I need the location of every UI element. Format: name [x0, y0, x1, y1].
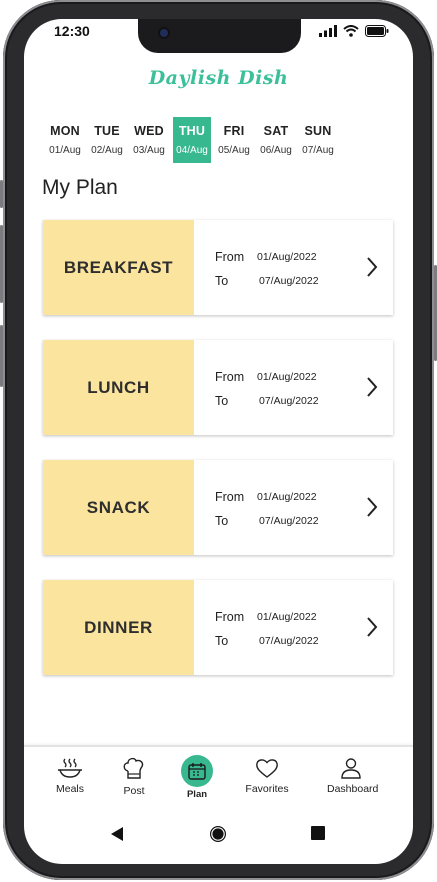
- from-label: From: [215, 490, 245, 504]
- from-date: 01/Aug/2022: [257, 491, 317, 503]
- wifi-icon: [343, 25, 359, 37]
- status-icons: [319, 25, 389, 37]
- heart-icon: [256, 759, 278, 778]
- screen: 12:30 Daylish Dish MON 01/Aug TUE 02/Aug…: [24, 19, 413, 864]
- back-icon[interactable]: [110, 826, 124, 842]
- nav-dashboard[interactable]: Dashboard: [327, 757, 379, 795]
- day-name: MON: [50, 124, 80, 138]
- day-fri[interactable]: FRI 05/Aug: [215, 117, 253, 163]
- day-date: 01/Aug: [49, 145, 81, 156]
- day-date: 07/Aug: [302, 145, 334, 156]
- from-label: From: [215, 370, 245, 384]
- notch: [138, 19, 301, 53]
- to-label: To: [215, 274, 229, 288]
- nav-active-indicator: [181, 755, 213, 787]
- nav-label: Post: [123, 785, 145, 797]
- day-name: WED: [134, 124, 164, 138]
- from-label: From: [215, 610, 245, 624]
- to-date: 07/Aug/2022: [259, 275, 319, 287]
- plan-card-dinner[interactable]: DINNER From 01/Aug/2022 To 07/Aug/2022: [43, 580, 393, 675]
- plan-card-snack[interactable]: SNACK From 01/Aug/2022 To 07/Aug/2022: [43, 460, 393, 555]
- day-thu[interactable]: THU 04/Aug: [173, 117, 211, 163]
- to-date: 07/Aug/2022: [259, 515, 319, 527]
- nav-label: Plan: [186, 789, 208, 800]
- day-date: 02/Aug: [91, 145, 123, 156]
- to-label: To: [215, 634, 229, 648]
- meal-name: DINNER: [43, 580, 194, 675]
- home-icon[interactable]: [209, 825, 227, 843]
- nav-label: Dashboard: [327, 783, 379, 795]
- meal-bowl-icon: [58, 758, 82, 778]
- day-date: 04/Aug: [176, 145, 208, 156]
- chevron-right-icon[interactable]: [365, 256, 379, 278]
- to-date: 07/Aug/2022: [259, 635, 319, 647]
- day-name: SAT: [263, 124, 289, 138]
- app-logo: Daylish Dish: [148, 67, 289, 89]
- day-sat[interactable]: SAT 06/Aug: [257, 117, 295, 163]
- week-selector: MON 01/Aug TUE 02/Aug WED 03/Aug THU 04/…: [46, 117, 366, 165]
- recents-icon[interactable]: [311, 826, 325, 840]
- front-camera: [160, 29, 168, 37]
- volume-down-button: [0, 325, 3, 387]
- day-name: TUE: [94, 124, 120, 138]
- chevron-right-icon[interactable]: [365, 376, 379, 398]
- plan-card-breakfast[interactable]: BREAKFAST From 01/Aug/2022 To 07/Aug/202…: [43, 220, 393, 315]
- nav-plan[interactable]: Plan: [180, 755, 214, 800]
- day-sun[interactable]: SUN 07/Aug: [299, 117, 337, 163]
- day-name: SUN: [304, 124, 332, 138]
- signal-icon: [319, 25, 337, 37]
- nav-meals[interactable]: Meals: [54, 757, 86, 795]
- chef-hat-icon: [123, 757, 144, 779]
- day-name: THU: [178, 124, 206, 138]
- from-date: 01/Aug/2022: [257, 251, 317, 263]
- side-button: [0, 180, 3, 208]
- nav-post[interactable]: Post: [118, 757, 150, 797]
- meal-name: BREAKFAST: [43, 220, 194, 315]
- from-date: 01/Aug/2022: [257, 611, 317, 623]
- status-time: 12:30: [54, 23, 90, 39]
- volume-up-button: [0, 225, 3, 303]
- plan-card-lunch[interactable]: LUNCH From 01/Aug/2022 To 07/Aug/2022: [43, 340, 393, 435]
- meal-name: LUNCH: [43, 340, 194, 435]
- to-label: To: [215, 394, 229, 408]
- nav-label: Favorites: [245, 783, 289, 795]
- from-date: 01/Aug/2022: [257, 371, 317, 383]
- page-title: My Plan: [42, 176, 118, 199]
- to-label: To: [215, 514, 229, 528]
- chevron-right-icon[interactable]: [365, 496, 379, 518]
- day-wed[interactable]: WED 03/Aug: [130, 117, 168, 163]
- day-date: 03/Aug: [133, 145, 165, 156]
- day-mon[interactable]: MON 01/Aug: [46, 117, 84, 163]
- to-date: 07/Aug/2022: [259, 395, 319, 407]
- user-icon: [341, 758, 361, 779]
- nav-label: Meals: [55, 783, 84, 795]
- from-label: From: [215, 250, 245, 264]
- meal-name: SNACK: [43, 460, 194, 555]
- calendar-icon: [188, 763, 206, 780]
- day-date: 06/Aug: [260, 145, 292, 156]
- chevron-right-icon[interactable]: [365, 616, 379, 638]
- day-name: FRI: [223, 124, 245, 138]
- battery-icon: [365, 25, 389, 37]
- nav-favorites[interactable]: Favorites: [243, 757, 291, 795]
- bottom-nav: Meals Post Plan Favorites Dashboard: [24, 745, 413, 815]
- day-date: 05/Aug: [218, 145, 250, 156]
- day-tue[interactable]: TUE 02/Aug: [88, 117, 126, 163]
- system-nav-bar: [24, 815, 413, 855]
